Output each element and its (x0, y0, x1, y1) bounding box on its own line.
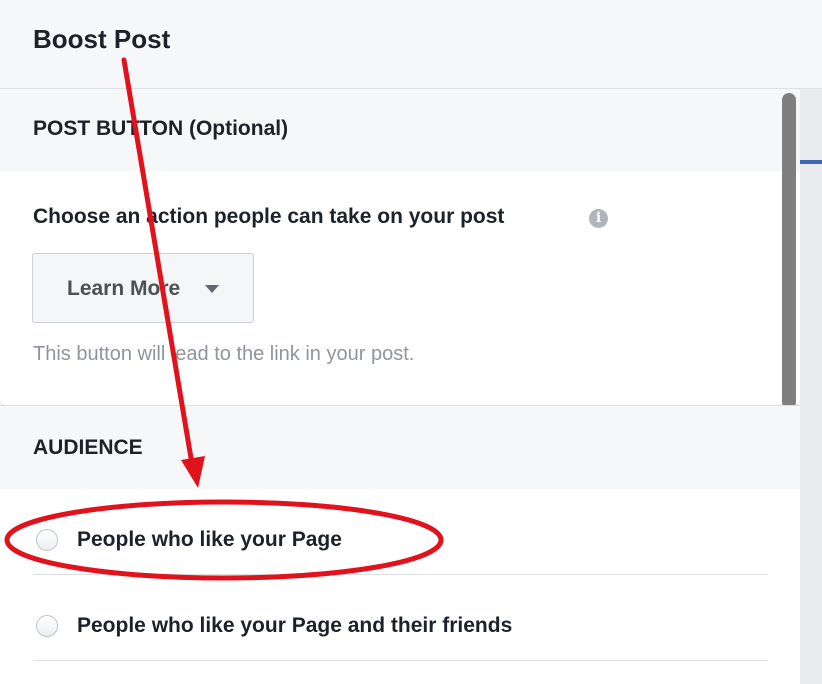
choose-action-label: Choose an action people can take on your… (33, 205, 505, 228)
caret-down-icon (205, 285, 219, 293)
info-icon[interactable]: i (589, 209, 608, 228)
audience-option-page-fans[interactable]: People who like your Page (33, 489, 768, 575)
dropdown-selected-value: Learn More (67, 277, 181, 300)
boost-post-header: Boost Post (0, 0, 822, 89)
audience-option-label: People who like your Page and their frie… (77, 614, 513, 637)
audience-option-fans-and-friends[interactable]: People who like your Page and their frie… (33, 575, 768, 661)
accent-strip (800, 160, 822, 164)
post-button-section-body: Choose an action people can take on your… (0, 171, 800, 406)
radio-button[interactable] (36, 615, 58, 637)
call-to-action-dropdown[interactable]: Learn More (32, 253, 254, 323)
post-button-section-header: POST BUTTON (Optional) (0, 88, 800, 172)
radio-button[interactable] (36, 529, 58, 551)
audience-section-header: AUDIENCE (0, 405, 800, 490)
section-title-post-button: POST BUTTON (Optional) (33, 117, 289, 140)
right-panel-edge (800, 89, 822, 684)
helper-text: This button will lead to the link in you… (33, 343, 415, 365)
audience-option-label: People who like your Page (77, 528, 342, 551)
section-title-audience: AUDIENCE (33, 436, 143, 459)
page-title: Boost Post (33, 24, 171, 54)
scrollbar-thumb[interactable] (782, 93, 796, 409)
audience-section-body: People who like your Page People who lik… (0, 489, 800, 684)
